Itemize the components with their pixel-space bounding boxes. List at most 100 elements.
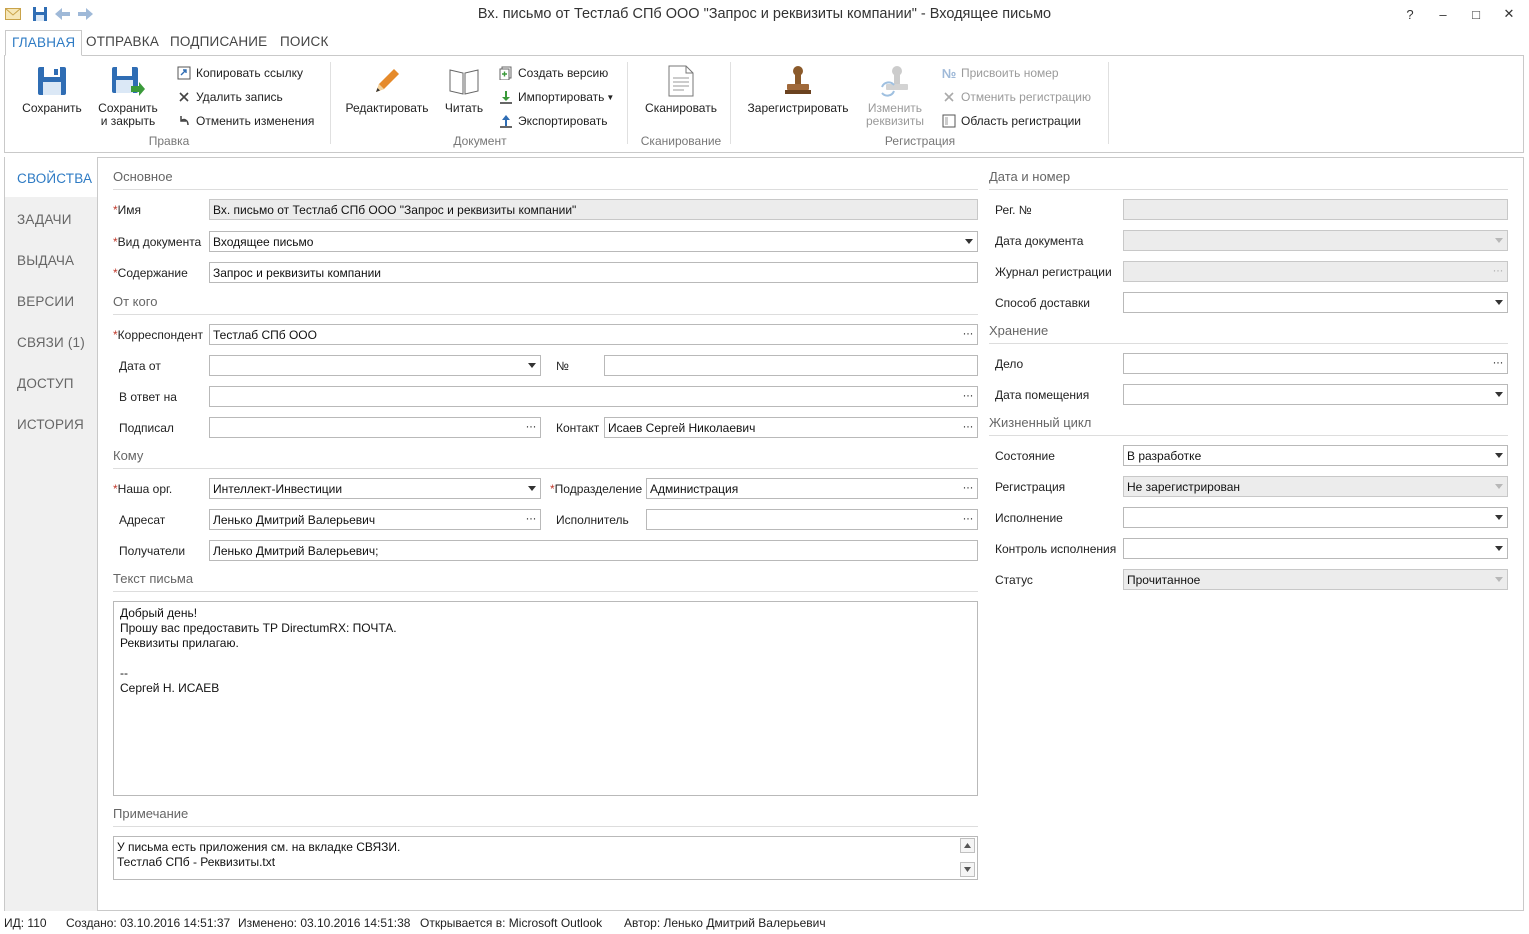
section-divider [989, 343, 1508, 344]
nav-access[interactable]: ДОСТУП [17, 376, 74, 391]
cancel-registration-label: Отменить регистрацию [961, 90, 1092, 104]
section-divider [113, 591, 978, 592]
section-storage: Хранение [989, 323, 1049, 338]
ellipsis-icon[interactable]: ··· [963, 419, 974, 433]
close-button[interactable]: ✕ [1494, 4, 1524, 24]
journal-field[interactable]: ··· [1123, 261, 1508, 282]
change-requisites-button[interactable]: Изменить реквизиты [860, 64, 930, 128]
nav-history[interactable]: ИСТОРИЯ [17, 417, 84, 432]
contact-field[interactable]: Исаев Сергей Николаевич ··· [604, 417, 978, 438]
correspondent-field[interactable]: Тестлаб СПб ООО ··· [209, 324, 978, 345]
nav-issue[interactable]: ВЫДАЧА [17, 253, 74, 268]
placement-date-picker[interactable] [1123, 384, 1508, 405]
status-select[interactable]: Прочитанное [1123, 569, 1508, 590]
ellipsis-icon[interactable]: ··· [963, 326, 974, 340]
our-org-label: *Наша орг. [113, 482, 173, 496]
ellipsis-icon[interactable]: ··· [526, 419, 537, 433]
section-main: Основное [113, 169, 173, 184]
help-button[interactable]: ? [1395, 4, 1425, 24]
number-input[interactable] [604, 355, 978, 376]
ellipsis-icon[interactable]: ··· [1493, 263, 1504, 277]
export-button[interactable]: Экспортировать [498, 112, 608, 130]
section-note: Примечание [113, 806, 189, 821]
ellipsis-icon[interactable]: ··· [1493, 355, 1504, 369]
note-text-area[interactable]: У письма есть приложения см. на вкладке … [113, 836, 978, 880]
doctype-select[interactable]: Входящее письмо [209, 231, 978, 252]
copy-link-button[interactable]: Копировать ссылку [176, 64, 303, 82]
undo-changes-button[interactable]: Отменить изменения [176, 112, 314, 130]
save-button[interactable]: Сохранить [19, 64, 85, 115]
tab-main[interactable]: ГЛАВНАЯ [5, 30, 83, 56]
minimize-button[interactable]: – [1428, 4, 1458, 24]
our-org-select[interactable]: Интеллект-Инвестиции [209, 478, 541, 499]
undo-icon [176, 113, 192, 129]
content-input[interactable]: Запрос и реквизиты компании [209, 262, 978, 283]
group-separator [730, 62, 731, 144]
department-field[interactable]: Администрация ··· [646, 478, 978, 499]
tab-send[interactable]: ОТПРАВКА [80, 30, 165, 56]
chevron-down-icon [528, 363, 536, 368]
maximize-button[interactable]: □ [1461, 4, 1491, 24]
ellipsis-icon[interactable]: ··· [963, 511, 974, 525]
status-opens-in: Открывается в: Microsoft Outlook [420, 916, 603, 930]
import-button[interactable]: Импортировать ▼ [498, 88, 614, 106]
tab-signing[interactable]: ПОДПИСАНИЕ [164, 30, 273, 56]
edit-button[interactable]: Редактировать [343, 64, 431, 115]
ellipsis-icon[interactable]: ··· [963, 480, 974, 494]
name-field[interactable]: Вх. письмо от Тестлаб СПб ООО "Запрос и … [209, 199, 978, 220]
section-divider [113, 468, 978, 469]
recipients-input[interactable]: Ленько Дмитрий Валерьевич; [209, 540, 978, 561]
registration-select[interactable]: Не зарегистрирован [1123, 476, 1508, 497]
pencil-icon [370, 64, 404, 98]
reply-to-field[interactable]: ··· [209, 386, 978, 407]
save-close-label-2: и закрыть [100, 114, 156, 128]
scan-button[interactable]: Сканировать [641, 64, 721, 115]
addressee-field[interactable]: Ленько Дмитрий Валерьевич ··· [209, 509, 541, 530]
reg-number-field[interactable] [1123, 199, 1508, 220]
tab-search[interactable]: ПОИСК [274, 30, 335, 56]
chevron-down-icon [1495, 546, 1503, 551]
read-button[interactable]: Читать [437, 64, 491, 115]
export-label: Экспортировать [518, 114, 608, 128]
section-divider [113, 314, 978, 315]
section-divider [113, 826, 978, 827]
delivery-select[interactable] [1123, 292, 1508, 313]
executor-field[interactable]: ··· [646, 509, 978, 530]
chevron-down-icon [1495, 392, 1503, 397]
state-select[interactable]: В разработке [1123, 445, 1508, 466]
scroll-up-button[interactable] [960, 838, 975, 853]
signed-field[interactable]: ··· [209, 417, 541, 438]
section-divider [113, 189, 978, 190]
ribbon: Сохранить Сохранить и закрыть Копировать… [4, 55, 1524, 153]
registration-area-button[interactable]: Область регистрации [941, 112, 1081, 130]
recipients-label: Получатели [119, 544, 186, 558]
nav-links[interactable]: СВЯЗИ (1) [17, 335, 85, 350]
section-divider [989, 189, 1508, 190]
section-letter-text: Текст письма [113, 571, 194, 586]
nav-properties[interactable]: СВОЙСТВА [17, 171, 92, 186]
stamp-icon [781, 64, 815, 98]
save-close-button[interactable]: Сохранить и закрыть [95, 64, 161, 128]
export-icon [498, 113, 514, 129]
date-from-picker[interactable] [209, 355, 541, 376]
execution-select[interactable] [1123, 507, 1508, 528]
nav-versions[interactable]: ВЕРСИИ [17, 294, 74, 309]
group-label-document: Документ [453, 134, 507, 148]
ellipsis-icon[interactable]: ··· [526, 511, 537, 525]
assign-number-button[interactable]: № Присвоить номер [941, 64, 1059, 82]
delete-record-button[interactable]: Удалить запись [176, 88, 283, 106]
import-label: Импортировать [518, 90, 605, 104]
chevron-down-icon [1495, 453, 1503, 458]
cancel-registration-button[interactable]: Отменить регистрацию [941, 88, 1091, 106]
create-version-button[interactable]: Создать версию [498, 64, 608, 82]
nav-tasks[interactable]: ЗАДАЧИ [17, 212, 72, 227]
status-bar: ИД: 110 Создано: 03.10.2016 14:51:37 Изм… [0, 912, 1529, 934]
register-button[interactable]: Зарегистрировать [745, 64, 851, 115]
ellipsis-icon[interactable]: ··· [963, 388, 974, 402]
chevron-down-icon [1495, 238, 1503, 243]
control-select[interactable] [1123, 538, 1508, 559]
letter-text-area[interactable]: Добрый день! Прошу вас предоставить ТР D… [113, 601, 978, 796]
scroll-down-button[interactable] [960, 862, 975, 877]
case-field[interactable]: ··· [1123, 353, 1508, 374]
doc-date-picker[interactable] [1123, 230, 1508, 251]
